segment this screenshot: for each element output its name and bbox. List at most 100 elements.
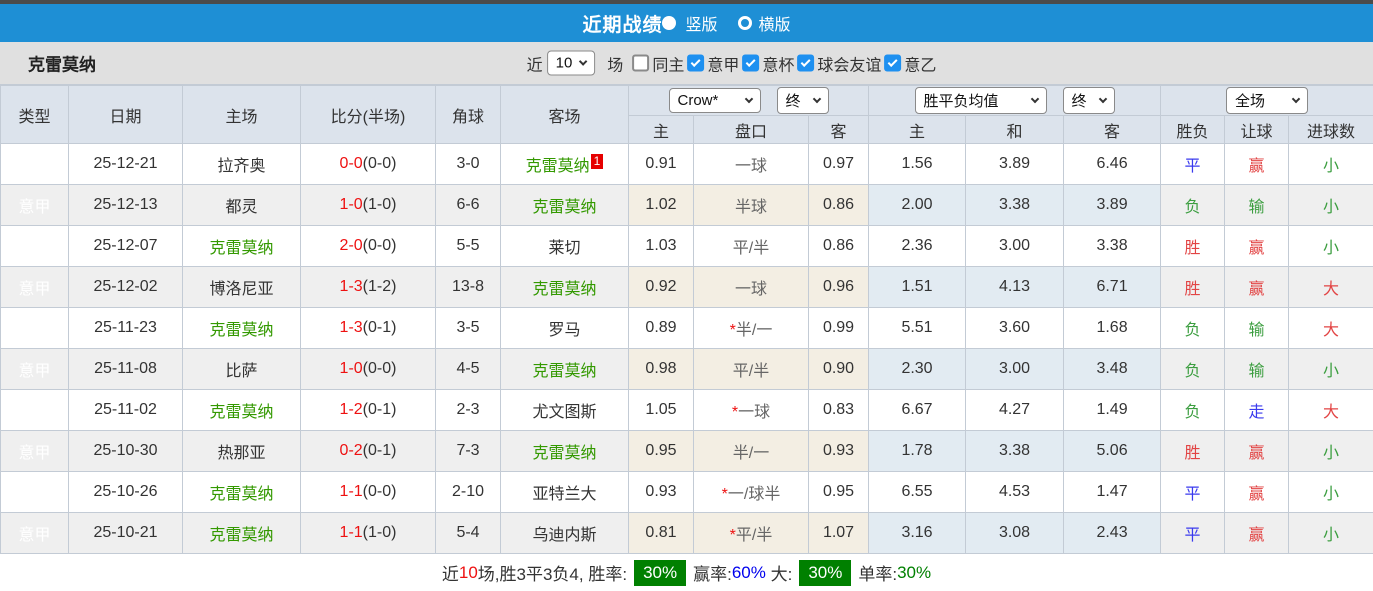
sub-header-handicap: 盘口 [693,115,809,144]
corners-cell: 2-10 [435,471,501,513]
table-row: 意甲 25-12-13 都灵 1-0(1-0) 6-6 克雷莫纳 1.02 半球… [0,184,1373,226]
odds-home-cell: 1.02 [628,184,694,226]
away-team-link[interactable]: 克雷莫纳 [532,445,596,462]
odds-home-cell: 0.92 [628,266,694,308]
filter-checkbox[interactable]: 意甲 [687,51,739,75]
home-team-cell: 克雷莫纳 [182,471,301,513]
result-cell: 平 [1160,512,1226,554]
avg-away-cell: 1.49 [1063,389,1162,431]
avg-home-cell: 1.51 [868,266,967,308]
avg-state-select[interactable]: 终 [1062,87,1115,114]
home-team-link[interactable]: 克雷莫纳 [209,404,273,421]
away-team-link[interactable]: 乌迪内斯 [532,527,596,544]
avg-home-cell: 2.00 [868,184,967,226]
score-cell: 1-1(0-0) [300,471,436,513]
league-cell[interactable]: 意甲 [0,430,69,472]
avg-home-cell: 3.16 [868,512,967,554]
league-cell[interactable]: 意甲 [0,512,69,554]
handicap-result-cell: 赢 [1224,430,1290,472]
sub-header-avg-away: 客 [1063,115,1162,144]
home-team-link[interactable]: 都灵 [225,199,257,216]
away-team-cell: 亚特兰大 [500,471,629,513]
home-team-cell: 博洛尼亚 [182,266,301,308]
goals-cell: 小 [1288,348,1373,390]
avg-type-select[interactable]: 胜平负均值 [914,87,1047,114]
home-team-link[interactable]: 博洛尼亚 [209,281,273,298]
date-cell: 25-10-30 [68,430,183,472]
league-cell[interactable]: 意甲 [0,225,69,267]
filter-checkbox[interactable]: 意杯 [742,51,794,75]
handicap-result-cell: 赢 [1224,266,1290,308]
home-team-cell: 克雷莫纳 [182,307,301,349]
avg-home-cell: 1.56 [868,143,967,185]
away-team-cell: 克雷莫纳 1 [500,143,629,185]
chevron-down-icon [1291,94,1301,104]
home-team-link[interactable]: 比萨 [225,363,257,380]
footer-segment: 30% [799,559,852,586]
fulltime-select[interactable]: 全场 [1226,87,1309,114]
league-cell[interactable]: 意甲 [0,389,69,431]
league-cell[interactable]: 意甲 [0,184,69,226]
date-cell: 25-11-23 [68,307,183,349]
date-cell: 25-12-21 [68,143,183,185]
odds-state-select[interactable]: 终 [776,87,829,114]
league-cell[interactable]: 意甲 [0,143,69,185]
table-row: 意甲 25-10-21 克雷莫纳 1-1(1-0) 5-4 乌迪内斯 0.81 … [0,512,1373,554]
corners-cell: 3-5 [435,307,501,349]
handicap-cell: *平/半 [693,512,809,554]
away-team-link[interactable]: 亚特兰大 [532,486,596,503]
games-count-select[interactable]: 10 [546,50,596,76]
home-team-cell: 热那亚 [182,430,301,472]
handicap-result-cell: 走 [1224,389,1290,431]
handicap-result-cell: 赢 [1224,225,1290,267]
away-team-link[interactable]: 克雷莫纳 [532,281,596,298]
games-suffix-label: 场 [607,57,624,74]
filter-checkbox[interactable]: 球会友谊 [797,51,881,75]
avg-draw-cell: 3.00 [965,348,1065,390]
league-cell[interactable]: 意甲 [0,471,69,513]
home-team-link[interactable]: 克雷莫纳 [209,322,273,339]
league-cell[interactable]: 意甲 [0,266,69,308]
score-cell: 0-2(0-1) [300,430,436,472]
filter-checkbox[interactable]: 意乙 [884,51,936,75]
avg-away-cell: 6.46 [1063,143,1162,185]
away-team-link[interactable]: 克雷莫纳 [532,363,596,380]
home-team-link[interactable]: 拉齐奥 [217,158,265,175]
home-team-link[interactable]: 克雷莫纳 [209,240,273,257]
home-team-link[interactable]: 热那亚 [217,445,265,462]
avg-home-cell: 6.67 [868,389,967,431]
odds-away-cell: 0.86 [807,184,870,226]
odds-source-select[interactable]: Crow* [668,88,761,113]
date-cell: 25-11-08 [68,348,183,390]
result-cell: 平 [1160,471,1226,513]
avg-home-cell: 2.30 [868,348,967,390]
away-team-link[interactable]: 克雷莫纳 [526,158,590,175]
goals-cell: 小 [1288,430,1373,472]
corners-cell: 13-8 [435,266,501,308]
odds-away-cell: 0.97 [807,143,870,185]
fulltime-group-header: 全场 [1160,85,1373,116]
radio-vertical-layout[interactable]: 竖版 [662,11,718,35]
radio-unselected-icon [737,16,752,30]
league-cell[interactable]: 意甲 [0,348,69,390]
avg-away-cell: 3.89 [1063,184,1162,226]
table-row: 意甲 25-11-02 克雷莫纳 1-2(0-1) 2-3 尤文图斯 1.05 … [0,389,1373,431]
league-cell[interactable]: 意甲 [0,307,69,349]
away-team-link[interactable]: 克雷莫纳 [532,199,596,216]
home-team-cell: 克雷莫纳 [182,512,301,554]
radio-horizontal-layout[interactable]: 横版 [724,11,791,35]
score-cell: 1-1(1-0) [300,512,436,554]
handicap-result-cell: 输 [1224,307,1290,349]
filter-controls: 近 10 场 同主 意甲 意杯 球会友谊 意乙 [527,50,936,76]
away-team-link[interactable]: 莱切 [548,240,580,257]
radio-selected-icon [662,16,677,30]
home-team-link[interactable]: 克雷莫纳 [209,527,273,544]
checkbox-icon [884,54,902,72]
sub-header-odds-home: 主 [628,115,694,144]
result-cell: 负 [1160,389,1226,431]
filter-checkbox[interactable]: 同主 [632,51,684,75]
home-team-link[interactable]: 克雷莫纳 [209,486,273,503]
away-team-link[interactable]: 尤文图斯 [532,404,596,421]
col-header-corners: 角球 [435,85,501,144]
away-team-link[interactable]: 罗马 [548,322,580,339]
